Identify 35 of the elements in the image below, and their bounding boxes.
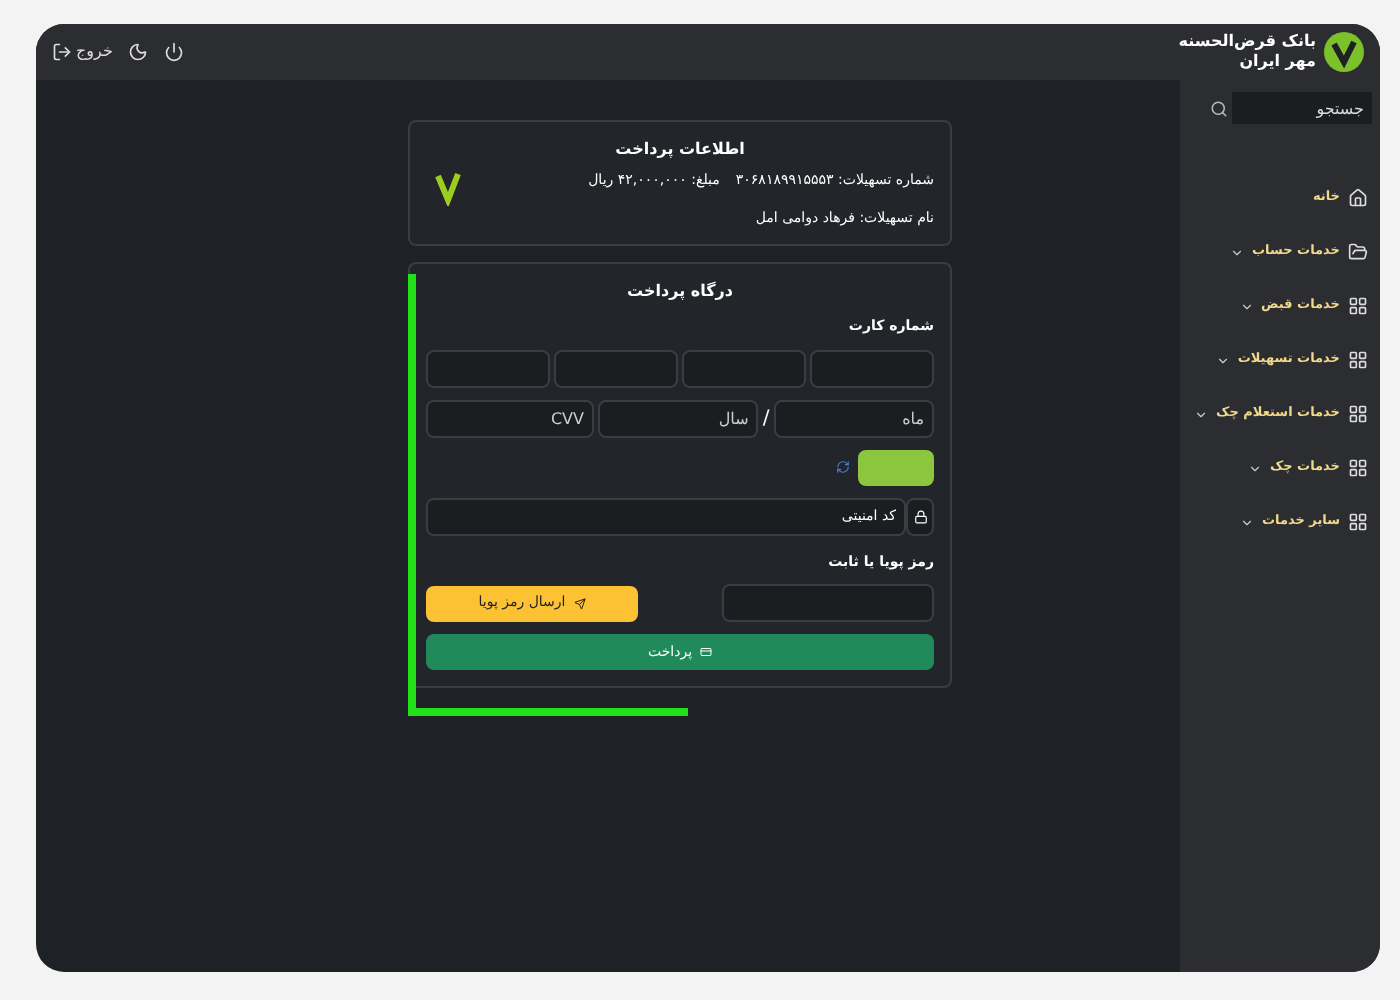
card-number-field[interactable] (554, 349, 678, 387)
lock-icon (913, 509, 927, 523)
year-field[interactable]: سال (598, 399, 759, 437)
refresh-icon (836, 460, 850, 474)
date-separator: / (762, 405, 770, 433)
search-field[interactable]: جستجو (1232, 92, 1372, 124)
password-field[interactable] (722, 584, 934, 622)
moon-icon (128, 42, 149, 62)
bank-name: مهر ایران (1237, 52, 1316, 72)
power-button[interactable] (164, 42, 185, 62)
grid-icon (1348, 404, 1368, 424)
bank-name: بانک قرض‌الحسنه (1178, 32, 1316, 52)
grid-icon (1348, 296, 1368, 316)
card-number-field[interactable] (426, 349, 550, 387)
theme-button[interactable] (128, 42, 149, 62)
home-icon (1348, 188, 1368, 208)
grid-icon (1348, 458, 1368, 478)
captcha-image (858, 449, 934, 485)
grid-icon (1348, 512, 1368, 532)
check-icon (434, 170, 462, 206)
send-icon (573, 597, 586, 609)
logout-icon (52, 42, 72, 62)
card-number-field[interactable] (810, 349, 934, 387)
card-number-field[interactable] (682, 349, 806, 387)
folder-icon (1348, 242, 1368, 262)
card-title: اطلاعات پرداخت (613, 138, 747, 162)
grid-icon (1348, 350, 1368, 370)
card-title: درگاه پرداخت (625, 280, 735, 304)
card-icon (700, 646, 713, 658)
exit-button[interactable]: خروج (52, 40, 113, 64)
logo-icon (1324, 32, 1364, 72)
cvv-field[interactable]: CVV (426, 399, 594, 437)
month-field[interactable]: ماه (773, 399, 934, 437)
search-icon (1209, 99, 1227, 117)
power-icon (164, 42, 185, 62)
